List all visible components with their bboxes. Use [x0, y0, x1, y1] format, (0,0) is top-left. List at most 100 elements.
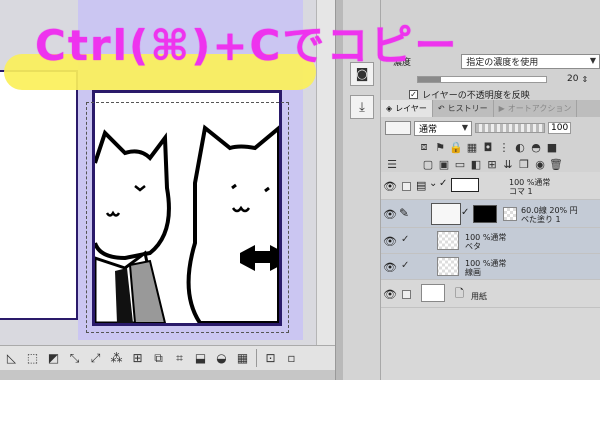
layer-1-props: 100 %通常	[509, 178, 551, 187]
layer-blend-controls: 通常 ▼ 100	[381, 118, 600, 138]
opacity-value[interactable]: 100	[548, 122, 572, 134]
layer-paper[interactable]: 👁 🗋 用紙	[381, 280, 600, 308]
density-row: 濃度 指定の濃度を使用 ▼	[381, 52, 600, 70]
crop-icon[interactable]: ⌗	[170, 349, 189, 368]
copy-paste-icon[interactable]: ⧉	[149, 349, 168, 368]
edit-target-box[interactable]	[402, 290, 411, 299]
border-selection-icon[interactable]: ⁂	[107, 349, 126, 368]
blend-mode-select[interactable]: 通常 ▼	[414, 120, 472, 136]
delete-icon[interactable]: 🗑	[549, 158, 563, 171]
history-icon: ↶	[437, 104, 445, 113]
expand-selection-icon[interactable]: ⤡	[65, 349, 84, 368]
camera-icon[interactable]: ◙	[350, 62, 374, 86]
layer-color-swatch[interactable]	[385, 121, 411, 135]
transform-icon[interactable]: ⬓	[191, 349, 210, 368]
deselect-icon[interactable]: ◺	[2, 349, 21, 368]
panel-divider[interactable]	[335, 0, 343, 380]
pen-edit-icon: ✎	[399, 206, 410, 220]
layer-frame-folder[interactable]: 👁 ▤ ⌄ ✓ 100 %通常 コマ 1	[381, 172, 600, 200]
stepper-icon[interactable]: ⇕	[581, 75, 588, 84]
ruler-icon[interactable]: ⋮	[497, 141, 511, 154]
layer-3-props: 100 %通常	[465, 233, 507, 242]
status-bar	[0, 370, 335, 380]
settings-icon[interactable]: ⊡	[261, 349, 280, 368]
layers-icon: ◈	[386, 104, 393, 113]
lock-alpha-icon[interactable]: ▦	[465, 141, 479, 154]
layer-thumbnail	[437, 257, 459, 276]
layer-tool-icons-1: ⧈ ⚑ 🔒 ▦ ◘ ⋮ ◐ ◓ ■	[381, 138, 600, 156]
menu-icon[interactable]: ☰	[385, 158, 399, 171]
visibility-eye-icon[interactable]: 👁	[383, 288, 397, 301]
layer-opacity-checkbox[interactable]: ✓	[409, 89, 418, 99]
tone-icon[interactable]: ▦	[233, 349, 252, 368]
shrink-selection-icon[interactable]: ⤢	[86, 349, 105, 368]
blend-icon[interactable]: ◓	[529, 141, 543, 154]
tab-layer[interactable]: ◈ レイヤー	[381, 100, 433, 117]
visibility-eye-icon[interactable]: 👁	[383, 208, 397, 221]
tab-history[interactable]: ↶ ヒストリー	[433, 100, 494, 117]
left-panel-frame	[0, 70, 78, 320]
new-raster-icon[interactable]: ▢	[421, 158, 435, 171]
visibility-eye-icon[interactable]: 👁	[383, 235, 397, 248]
visibility-eye-icon[interactable]: 👁	[383, 180, 397, 193]
layer-3-name: ベタ	[465, 242, 481, 251]
layer-fill[interactable]: 👁 ✎ ✓ 60.0線 20% 円 ベた塗り 1	[381, 200, 600, 228]
mask-icon[interactable]: ◘	[481, 141, 495, 154]
new-fill-icon[interactable]: ◧	[469, 158, 483, 171]
layer-tool-icons-2: ☰ ▢ ▣ ▭ ◧ ⊞ ⇊ ❐ ◉ 🗑	[381, 155, 600, 173]
toolbar-divider	[256, 349, 257, 367]
mask-create-icon[interactable]: ◉	[533, 158, 547, 171]
invert-selection-icon[interactable]: ◩	[44, 349, 63, 368]
chevron-down-icon: ▼	[461, 122, 468, 132]
merge-icon[interactable]: ⇊	[501, 158, 515, 171]
clip-icon[interactable]: ⧈	[417, 140, 431, 154]
layer-beta[interactable]: 👁 ✓ 100 %通常 ベタ	[381, 228, 600, 254]
fill-thumbnail	[431, 203, 461, 225]
reference-icon[interactable]: ⚑	[433, 141, 447, 154]
canvas-area[interactable]	[0, 0, 335, 345]
select-all-icon[interactable]: ⬚	[23, 349, 42, 368]
folder-icon: ▤	[416, 179, 427, 192]
new-folder-icon[interactable]: ▭	[453, 158, 467, 171]
fill-icon[interactable]: ◒	[212, 349, 231, 368]
tab-auto-action[interactable]: ▶ オートアクション	[494, 100, 578, 117]
layer-5-name: 用紙	[471, 292, 487, 301]
lock-icon[interactable]: 🔒	[449, 141, 463, 154]
tone-thumbnail	[503, 207, 517, 221]
tab-auto-action-label: オートアクション	[507, 104, 572, 113]
layer-opacity-label: レイヤーの不透明度を反映	[422, 90, 530, 101]
mask-thumbnail	[473, 205, 497, 223]
frame-thumbnail	[451, 178, 479, 192]
paper-icon: 🗋	[455, 287, 464, 300]
tab-history-label: ヒストリー	[447, 104, 488, 113]
new-vector-icon[interactable]: ▣	[437, 158, 451, 171]
blend-mode-value: 通常	[419, 124, 438, 135]
color-icon[interactable]: ■	[545, 141, 559, 154]
import-icon[interactable]: ⤓	[350, 95, 374, 119]
more-icon[interactable]: ▫	[282, 349, 301, 368]
edit-target-box[interactable]	[402, 182, 411, 191]
layer-4-name: 線画	[465, 268, 481, 277]
layer-lineart[interactable]: 👁 ✓ 100 %通常 線画	[381, 254, 600, 280]
layer-2-props: 60.0線 20% 円	[521, 206, 578, 215]
density-label: 濃度	[393, 57, 412, 68]
new-tone-icon[interactable]: ⊞	[485, 158, 499, 171]
density-mode-select[interactable]: 指定の濃度を使用 ▼	[461, 53, 600, 69]
layer-4-props: 100 %通常	[465, 259, 507, 268]
palette-icon[interactable]: ◐	[513, 141, 527, 154]
density-slider[interactable]	[417, 75, 547, 83]
chevron-down-icon[interactable]: ⌄	[429, 178, 437, 189]
density-mode-value: 指定の濃度を使用	[466, 57, 539, 68]
layer-1-name: コマ 1	[509, 187, 533, 196]
chevron-down-icon: ▼	[589, 55, 596, 65]
layer-thumbnail	[437, 231, 459, 250]
duplicate-icon[interactable]: ❐	[517, 158, 531, 171]
opacity-slider[interactable]	[475, 123, 545, 133]
visibility-eye-icon[interactable]: 👁	[383, 261, 397, 274]
right-panel: 濃度 指定の濃度を使用 ▼ 20 ⇕ ✓ レイヤーの不透明度を反映 ◈ レイヤー …	[381, 0, 600, 380]
layer-2-name: ベた塗り 1	[521, 215, 561, 224]
check-icon: ✓	[401, 260, 410, 271]
check-icon: ✓	[439, 178, 448, 189]
selection-layer-icon[interactable]: ⊞	[128, 349, 147, 368]
canvas-vertical-scrollbar[interactable]	[316, 0, 335, 345]
